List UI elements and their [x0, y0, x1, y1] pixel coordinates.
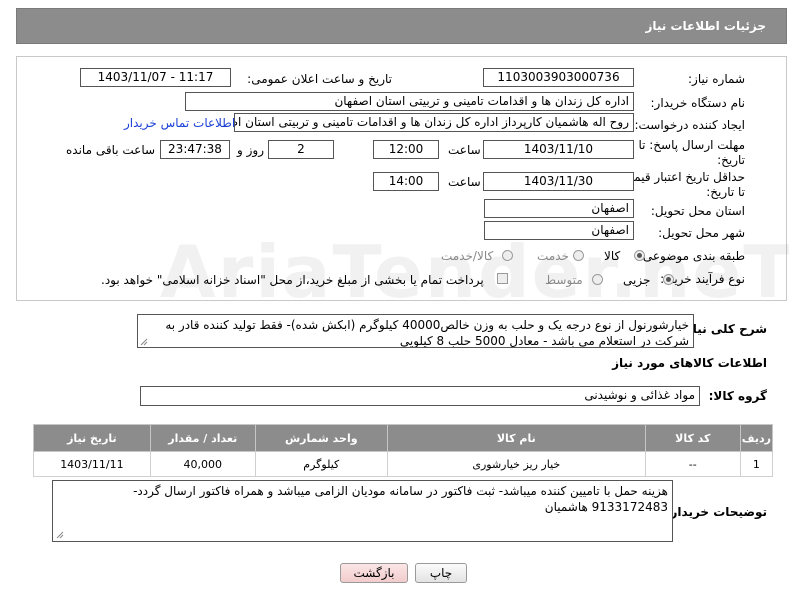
buyer-notes-textarea[interactable]: هزینه حمل با تامیین کننده میباشد- ثبت فا…	[52, 480, 673, 542]
cell-row-no: 1	[739, 451, 774, 477]
back-button[interactable]: بازگشت	[340, 563, 408, 583]
deadline-time-label: ساعت	[448, 143, 481, 157]
col-header-name: نام کالا	[386, 424, 646, 452]
page-title: جزئیات اطلاعات نیاز	[645, 19, 766, 33]
col-header-row-no: ردیف	[739, 424, 774, 452]
col-header-code: کد کالا	[644, 424, 741, 452]
category-goods-label: کالا	[604, 249, 621, 263]
announce-label: تاریخ و ساعت اعلان عمومی:	[247, 72, 392, 86]
table-row[interactable]: 1 -- خیار ریز خیارشوری کیلوگرم 40,000 14…	[33, 451, 774, 477]
cell-qty: 40,000	[149, 451, 256, 477]
city-field[interactable]: اصفهان	[484, 221, 634, 240]
validity-date-field[interactable]: 1403/11/30	[483, 172, 634, 191]
col-header-date: تاریخ نیاز	[33, 424, 151, 452]
process-partial-label: جزیی	[623, 273, 651, 287]
need-number-label: شماره نیاز:	[688, 72, 745, 86]
category-goods-radio[interactable]	[634, 250, 645, 261]
city-label: شهر محل تحویل:	[658, 226, 745, 240]
requester-label: ایجاد کننده درخواست:	[634, 118, 745, 132]
category-label: طبقه بندی موضوعی:	[638, 249, 745, 263]
process-medium-radio[interactable]	[592, 274, 603, 285]
validity-time-label: ساعت	[448, 175, 481, 189]
announce-field[interactable]: 1403/11/07 - 11:17	[80, 68, 231, 87]
cell-name: خیار ریز خیارشوری	[386, 451, 646, 477]
deadline-label: مهلت ارسال پاسخ: تا تاریخ:	[638, 138, 745, 167]
description-textarea[interactable]: خیارشورنول از نوع درجه یک و حلب به وزن خ…	[137, 314, 694, 348]
requester-field[interactable]: روح اله هاشمیان کارپرداز اداره کل زندان …	[234, 113, 634, 132]
buyer-notes-text: هزینه حمل با تامیین کننده میباشد- ثبت فا…	[133, 484, 668, 514]
goods-group-field[interactable]: مواد غذائی و نوشیدنی	[140, 386, 700, 406]
goods-table: ردیف کد کالا نام کالا واحد شمارش تعداد /…	[33, 424, 774, 477]
page-header: جزئیات اطلاعات نیاز	[16, 8, 787, 44]
treasury-payment-note: پرداخت تمام یا بخشی از مبلغ خرید،از محل …	[101, 273, 484, 287]
resize-grip-icon[interactable]	[140, 338, 148, 346]
cell-unit: کیلوگرم	[254, 451, 388, 477]
days-label: روز و	[237, 143, 264, 157]
validity-time-field[interactable]: 14:00	[373, 172, 439, 191]
deadline-date-field[interactable]: 1403/11/10	[483, 140, 634, 159]
category-service-radio[interactable]	[573, 250, 584, 261]
print-button[interactable]: چاپ	[415, 563, 467, 583]
buyer-org-field[interactable]: اداره کل زندان ها و اقدامات تامینی و ترب…	[185, 92, 634, 111]
need-number-field[interactable]: 1103003903000736	[483, 68, 634, 87]
buyer-contact-link[interactable]: اطلاعات تماس خریدار	[124, 116, 235, 130]
remaining-time-label: ساعت باقی مانده	[66, 143, 156, 157]
table-header-row: ردیف کد کالا نام کالا واحد شمارش تعداد /…	[33, 424, 774, 452]
buyer-notes-label: توضیحات خریدار:	[665, 505, 767, 519]
remaining-time-field[interactable]: 23:47:38	[160, 140, 230, 159]
goods-group-label: گروه کالا:	[708, 389, 767, 403]
province-field[interactable]: اصفهان	[484, 199, 634, 218]
description-text: خیارشورنول از نوع درجه یک و حلب به وزن خ…	[165, 318, 689, 348]
province-label: استان محل تحویل:	[650, 204, 745, 218]
category-goods-service-radio[interactable]	[502, 250, 513, 261]
goods-section-title: اطلاعات کالاهای مورد نیاز	[612, 356, 767, 370]
process-medium-label: متوسط	[545, 273, 583, 287]
col-header-qty: تعداد / مقدار	[149, 424, 256, 452]
col-header-unit: واحد شمارش	[254, 424, 388, 452]
buyer-org-label: نام دستگاه خریدار:	[650, 96, 746, 110]
validity-label: حداقل تاریخ اعتبار قیمت: تا تاریخ:	[618, 170, 745, 199]
process-partial-radio[interactable]	[663, 274, 674, 285]
resize-grip-icon[interactable]	[56, 531, 64, 539]
category-service-label: خدمت	[537, 249, 569, 263]
days-remaining-field[interactable]: 2	[268, 140, 334, 159]
cell-date: 1403/11/11	[33, 451, 151, 477]
cell-code: --	[644, 451, 741, 477]
category-goods-service-label: کالا/خدمت	[441, 249, 494, 263]
treasury-payment-checkbox[interactable]	[497, 273, 508, 284]
deadline-time-field[interactable]: 12:00	[373, 140, 439, 159]
